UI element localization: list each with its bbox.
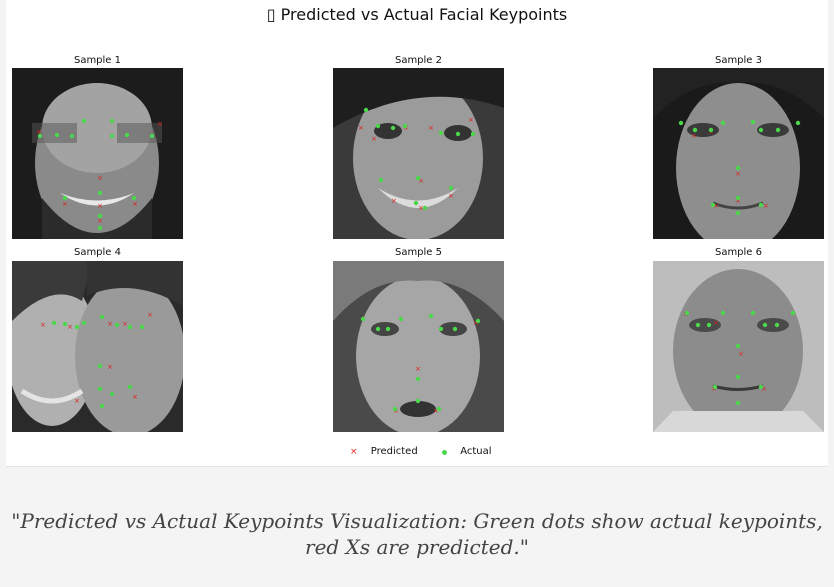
sample-2-face-image: × × × × × × × × ×	[333, 68, 504, 239]
svg-text:×: ×	[97, 217, 103, 225]
sample-6-title: Sample 6	[714, 247, 763, 258]
green-dot-marker-icon	[442, 449, 447, 455]
output-card: ▯ Predicted vs Actual Facial Keypoints S…	[0, 0, 834, 587]
sample-4-title: Sample 4	[73, 247, 122, 258]
svg-text:×: ×	[391, 197, 397, 205]
svg-text:×: ×	[763, 202, 769, 210]
sample-4-face-image: × × × × × × × ×	[12, 261, 183, 432]
svg-text:×: ×	[40, 321, 46, 329]
sample-6-face-image: ×××××	[653, 261, 824, 432]
figure-caption: "Predicted vs Actual Keypoints Visualiza…	[11, 509, 823, 559]
legend-item-predicted: × Predicted	[350, 445, 418, 460]
svg-text:×: ×	[358, 124, 364, 132]
svg-text:×: ×	[157, 120, 163, 128]
svg-text:×: ×	[132, 393, 138, 401]
svg-text:×: ×	[415, 365, 421, 373]
svg-text:×: ×	[107, 320, 113, 328]
svg-text:×: ×	[448, 192, 454, 200]
svg-text:×: ×	[735, 170, 741, 178]
legend-predicted-label: Predicted	[370, 446, 418, 457]
svg-text:×: ×	[74, 397, 80, 405]
sample-3-face-image: ××××××	[653, 68, 824, 239]
figure-title: ▯ Predicted vs Actual Facial Keypoints	[266, 5, 568, 24]
legend-actual-label: Actual	[460, 446, 492, 457]
svg-text:×: ×	[62, 200, 68, 208]
sample-1-title: Sample 1	[73, 55, 122, 66]
sample-5-title: Sample 5	[394, 247, 443, 258]
sample-1-face-image: × × × × × × ×	[12, 68, 183, 239]
sample-5-face-image: × × × ×	[333, 261, 504, 432]
svg-text:×: ×	[738, 350, 744, 358]
svg-text:×: ×	[97, 202, 103, 210]
svg-text:×: ×	[122, 320, 128, 328]
svg-text:×: ×	[713, 319, 719, 327]
svg-text:×: ×	[97, 174, 103, 182]
sample-2-title: Sample 2	[394, 55, 443, 66]
sample-3-title: Sample 3	[714, 55, 763, 66]
svg-text:×: ×	[691, 132, 697, 140]
red-x-marker-icon: ×	[350, 447, 358, 457]
svg-text:×: ×	[107, 363, 113, 371]
svg-text:×: ×	[371, 135, 377, 143]
svg-text:×: ×	[468, 116, 474, 124]
legend-item-actual: Actual	[442, 445, 492, 460]
svg-text:×: ×	[132, 200, 138, 208]
svg-text:×: ×	[428, 124, 434, 132]
svg-text:×: ×	[67, 323, 73, 331]
svg-text:×: ×	[147, 311, 153, 319]
